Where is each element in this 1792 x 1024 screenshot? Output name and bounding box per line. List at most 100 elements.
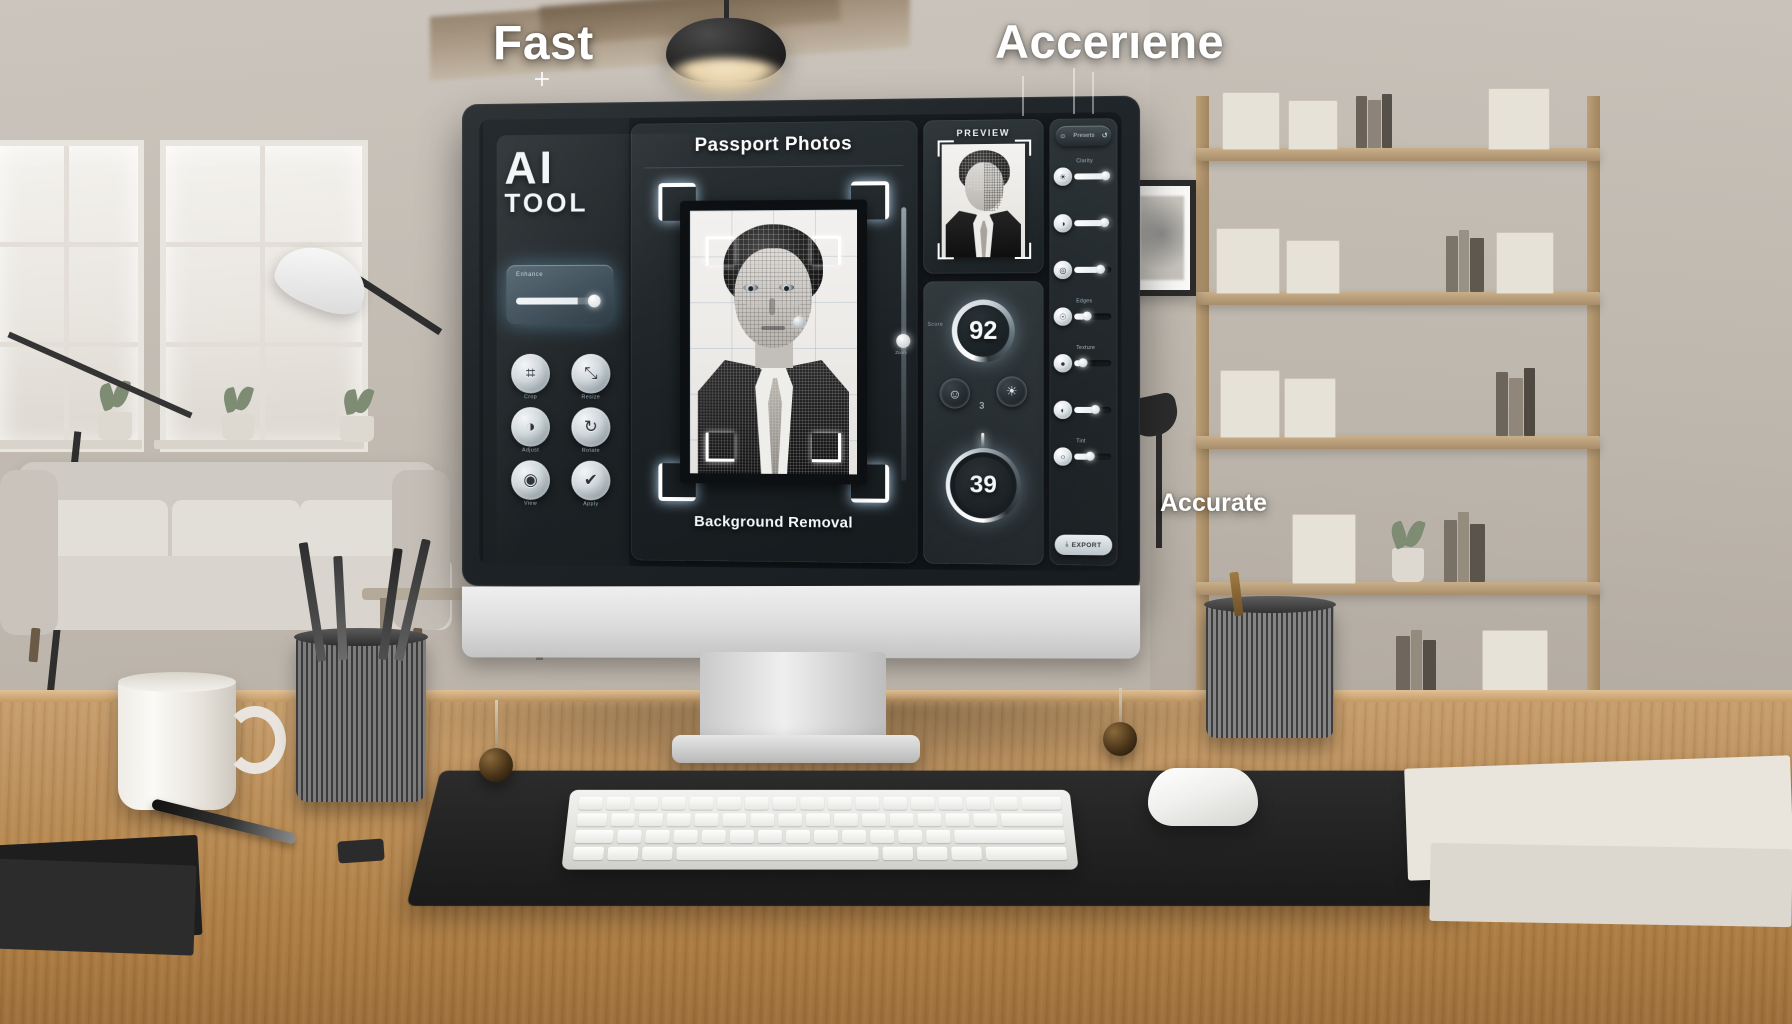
brightness-icon[interactable]: ◑ (511, 407, 550, 447)
eye-icon[interactable]: ◉ (511, 460, 550, 500)
sharpness-icon[interactable]: ● (1053, 354, 1073, 373)
keyboard-key[interactable] (572, 846, 605, 861)
keyboard-key[interactable] (666, 813, 691, 827)
keyboard-key[interactable] (926, 829, 951, 843)
keyboard[interactable] (561, 789, 1079, 870)
tool-rotate[interactable]: ↻ Rotate (561, 407, 621, 461)
slider-row-shadow[interactable]: ◐ (1053, 399, 1114, 422)
keyboard-key[interactable] (954, 829, 1066, 843)
second-dial[interactable]: 39 (945, 447, 1021, 524)
keyboard-key[interactable] (898, 829, 923, 843)
keyboard-key[interactable] (607, 846, 639, 861)
keyboard-key[interactable] (644, 829, 670, 843)
face-detect-icon[interactable]: ☺ (939, 378, 971, 409)
saturation-icon[interactable]: ◎ (1053, 260, 1073, 280)
slider-row-saturation[interactable]: ◎ (1053, 259, 1114, 282)
keyboard-key[interactable] (855, 797, 880, 810)
keyboard-key[interactable] (778, 813, 803, 827)
lighting-icon[interactable]: ☀ (996, 376, 1028, 407)
keyboard-key[interactable] (883, 797, 908, 810)
slider-row-texture[interactable]: Texture ● (1053, 345, 1114, 374)
keyboard-key[interactable] (861, 813, 886, 827)
crop-handle-bottom-right[interactable] (811, 433, 841, 463)
keyboard-key[interactable] (965, 797, 991, 810)
keyboard-space[interactable] (676, 846, 879, 861)
keyboard-key[interactable] (806, 813, 830, 827)
keyboard-key[interactable] (882, 846, 914, 861)
keyboard-key[interactable] (945, 813, 970, 827)
keyboard-key[interactable] (827, 797, 852, 810)
keyboard-key[interactable] (574, 829, 614, 843)
keyboard-key[interactable] (576, 813, 608, 827)
computer-mouse[interactable] (1148, 768, 1258, 826)
crop-handle-top-right[interactable] (811, 235, 841, 265)
keyboard-key[interactable] (722, 813, 747, 827)
crop-icon[interactable]: ⌗ (511, 353, 550, 394)
slider-knob-contrast[interactable] (1099, 217, 1110, 228)
keyboard-key[interactable] (889, 813, 914, 827)
preview-thumbnail[interactable] (941, 143, 1026, 258)
resize-icon[interactable]: ⤡ (571, 353, 611, 394)
keyboard-key[interactable] (641, 846, 673, 861)
crop-handle-top-left[interactable] (705, 236, 735, 266)
slider-row-edges[interactable]: Edges ☉ (1053, 298, 1114, 327)
enhance-slider-knob[interactable] (587, 294, 601, 308)
score-dial[interactable]: 92 (951, 299, 1015, 363)
keyboard-key[interactable] (1000, 813, 1064, 827)
slider-row-clarity[interactable]: Clarity ☀ (1053, 158, 1114, 188)
keyboard-key[interactable] (917, 813, 942, 827)
slider-knob-texture[interactable] (1078, 358, 1088, 368)
keyboard-key[interactable] (729, 829, 754, 843)
presets-label[interactable]: Presets (1073, 133, 1094, 139)
tool-crop[interactable]: ⌗ Crop (501, 353, 561, 407)
contrast-icon[interactable]: ◑ (1053, 214, 1073, 233)
keyboard-key[interactable] (605, 797, 631, 810)
keyboard-key[interactable] (972, 813, 998, 827)
keyboard-key[interactable] (910, 797, 935, 810)
slider-knob-clarity[interactable] (1100, 171, 1111, 181)
refresh-icon[interactable]: ↺ (1102, 132, 1108, 140)
check-icon[interactable]: ✔ (571, 460, 611, 501)
keyboard-key[interactable] (870, 829, 895, 843)
slider-row-tint[interactable]: Tint ○ (1053, 438, 1114, 468)
shadow-icon[interactable]: ◐ (1053, 400, 1073, 420)
keyboard-key[interactable] (772, 797, 797, 810)
keyboard-key[interactable] (800, 797, 824, 810)
tool-adjust[interactable]: ◑ Adjust (501, 407, 561, 461)
brightness-icon[interactable]: ☀ (1053, 167, 1073, 186)
person-icon[interactable]: ☺ (1059, 133, 1066, 140)
keyboard-key[interactable] (938, 797, 963, 810)
keyboard-key[interactable] (757, 829, 782, 843)
keyboard-key[interactable] (673, 829, 698, 843)
export-button[interactable]: ⤓ EXPORT (1054, 534, 1113, 556)
keyboard-key[interactable] (985, 846, 1068, 861)
keyboard-key[interactable] (638, 813, 664, 827)
keyboard-key[interactable] (716, 797, 742, 810)
tool-resize[interactable]: ⤡ Resize (561, 353, 621, 408)
keyboard-key[interactable] (694, 813, 719, 827)
slider-row-contrast[interactable]: ◑ (1053, 212, 1114, 235)
keyboard-key[interactable] (1021, 797, 1062, 810)
keyboard-key[interactable] (916, 846, 948, 861)
keyboard-key[interactable] (701, 829, 726, 843)
keyboard-key[interactable] (578, 797, 604, 810)
slider-knob-shadow[interactable] (1090, 404, 1100, 415)
keyboard-key[interactable] (744, 797, 769, 810)
keyboard-key[interactable] (785, 829, 810, 843)
enhance-slider[interactable]: Enhance (506, 264, 614, 325)
slider-knob-saturation[interactable] (1095, 264, 1106, 274)
keyboard-key[interactable] (616, 829, 642, 843)
tint-icon[interactable]: ○ (1053, 447, 1073, 466)
keyboard-key[interactable] (661, 797, 686, 810)
tool-apply[interactable]: ✔ Apply (561, 460, 621, 515)
keyboard-key[interactable] (689, 797, 714, 810)
panel-segment-control[interactable]: ☺ Presets ↺ (1055, 125, 1112, 147)
crop-handle-bottom-left[interactable] (705, 432, 735, 462)
exposure-icon[interactable]: ☉ (1053, 307, 1073, 326)
keyboard-key[interactable] (750, 813, 775, 827)
keyboard-key[interactable] (610, 813, 636, 827)
slider-knob-tint[interactable] (1085, 451, 1095, 461)
slider-knob-edges[interactable] (1082, 311, 1092, 321)
tool-view[interactable]: ◉ View (501, 460, 561, 514)
keyboard-key[interactable] (993, 797, 1019, 810)
